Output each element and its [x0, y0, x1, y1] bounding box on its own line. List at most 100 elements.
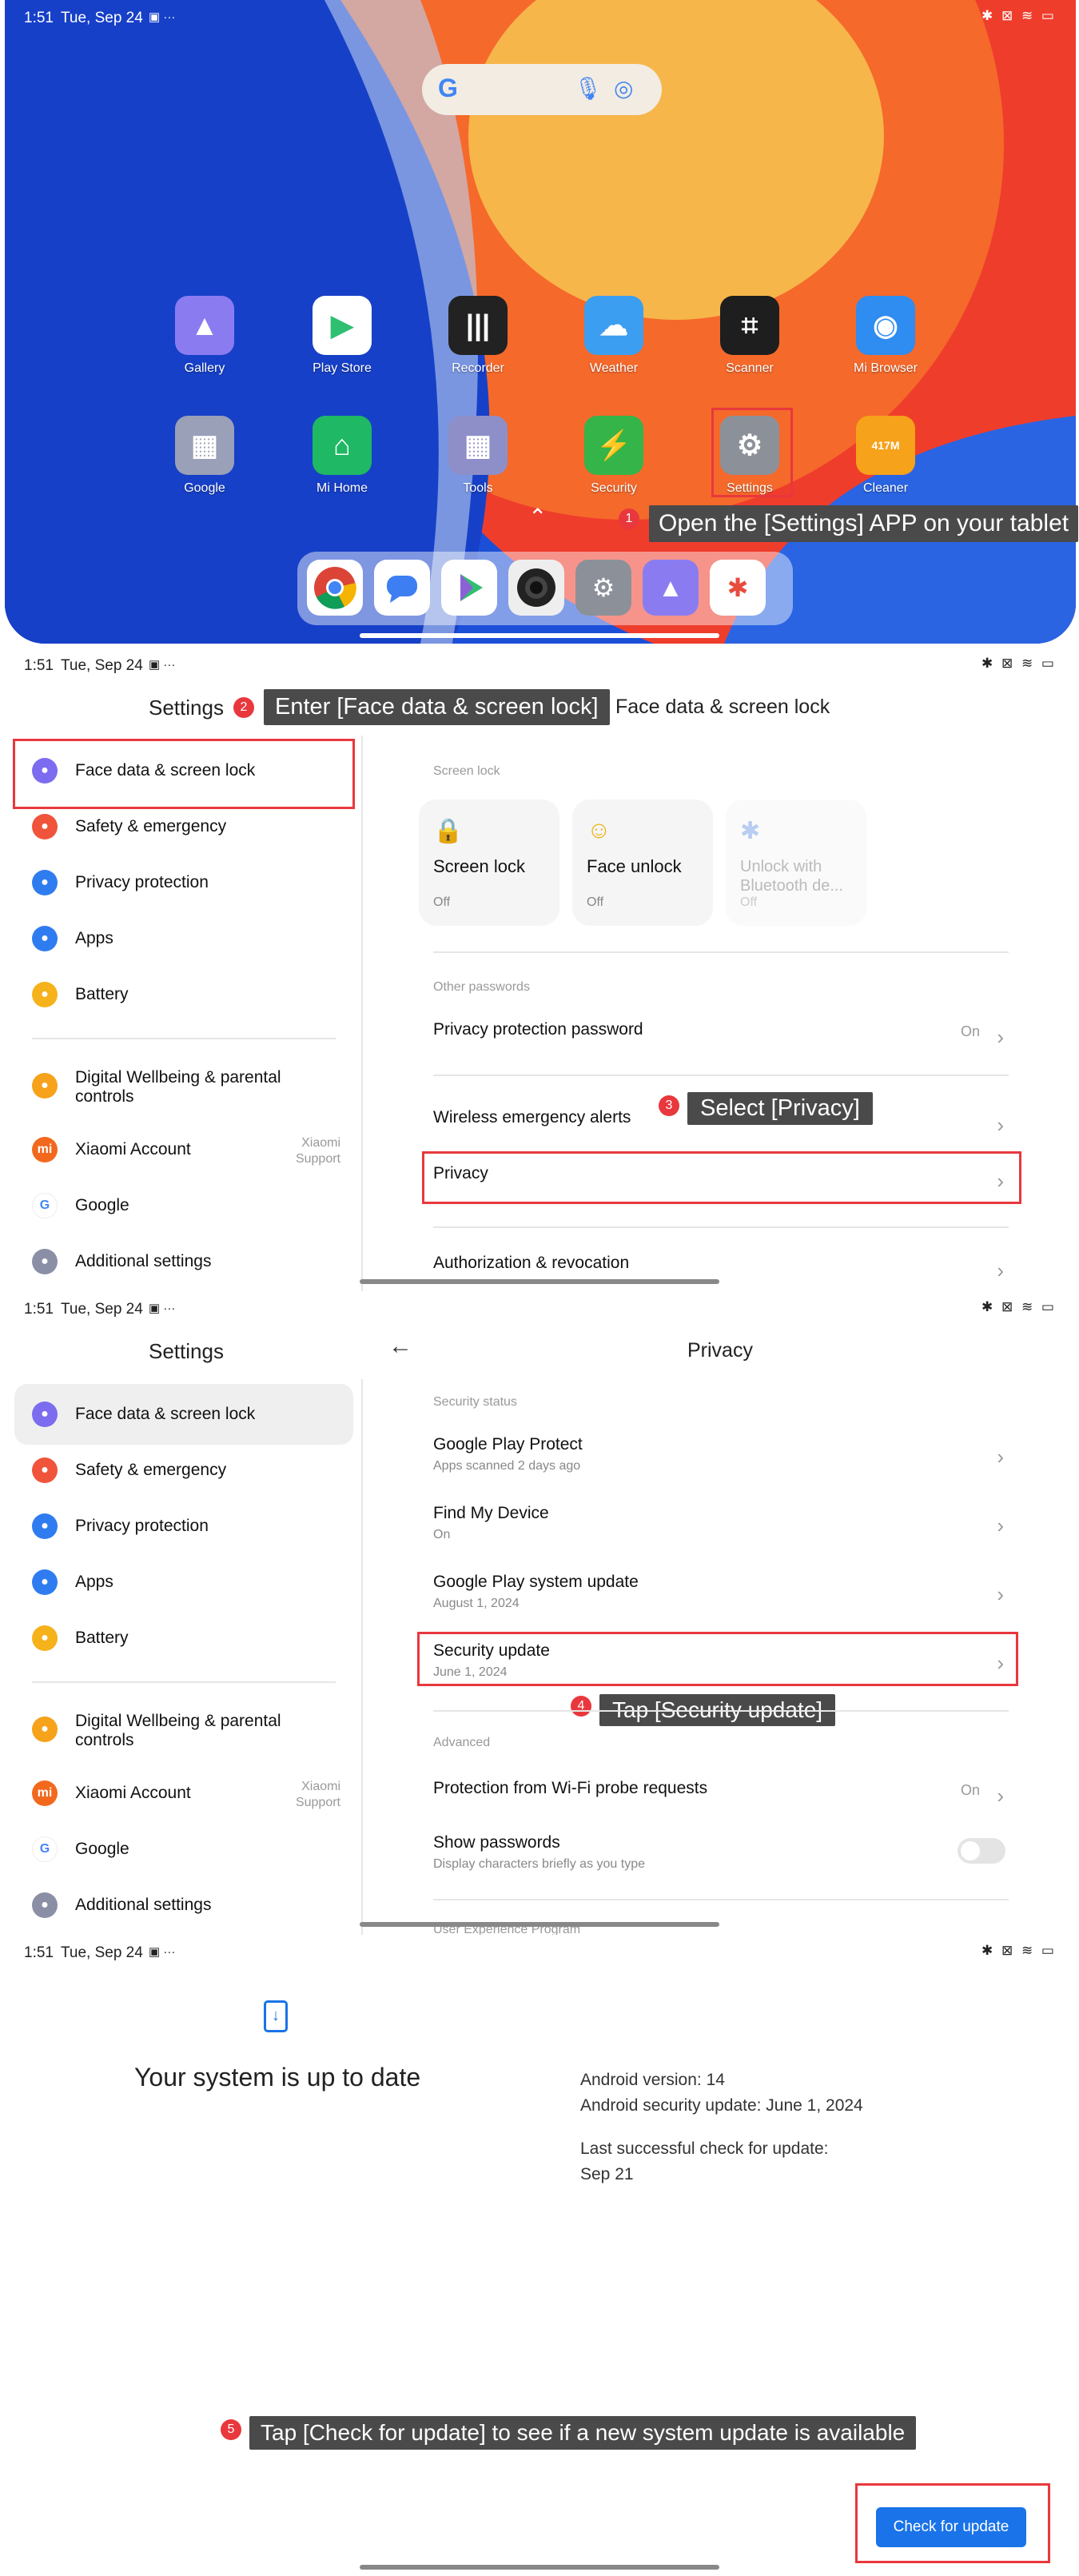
sidebar-item-face-data-screen-lock[interactable]: ● Face data & screen lock: [14, 1384, 353, 1445]
sidebar-item-label: Privacy protection: [75, 873, 209, 891]
row-sub: August 1, 2024: [433, 1597, 520, 1610]
sidebar-item-additional-settings[interactable]: ● Additional settings: [14, 1231, 353, 1291]
google-search-bar[interactable]: G 🎙 ◎: [422, 64, 662, 115]
app-security[interactable]: ⚡ Security: [566, 416, 662, 496]
app-label: Tools: [463, 481, 493, 495]
play-protect-row[interactable]: Google Play Protect Apps scanned 2 days …: [433, 1435, 1009, 1473]
divider: [433, 951, 1009, 953]
lock-icon: 🔒: [433, 818, 464, 844]
authorization-row[interactable]: Authorization & revocation ›: [433, 1254, 1009, 1282]
chevron-right-icon: ›: [997, 1113, 1004, 1137]
find-my-device-row[interactable]: Find My Device On ›: [433, 1504, 1009, 1542]
sidebar-item-note: Xiaomi Support: [295, 1780, 340, 1809]
app-gallery[interactable]: ▲ Gallery: [157, 296, 253, 376]
play-games-icon[interactable]: [441, 560, 497, 616]
sidebar-item-additional-settings[interactable]: ● Additional settings: [14, 1875, 353, 1935]
row-label: Show passwords: [433, 1833, 560, 1852]
notification-tray: ▣ ···: [149, 1945, 176, 1959]
play-system-update-row[interactable]: Google Play system update August 1, 2024…: [433, 1573, 1009, 1611]
mic-icon[interactable]: 🎙: [574, 75, 603, 102]
app-label: Play Store: [313, 361, 372, 375]
sidebar-item-privacy-protection[interactable]: ● Privacy protection: [14, 1496, 353, 1557]
sidebar-item-google[interactable]: G Google: [14, 1175, 353, 1236]
more-icon: ●: [32, 1892, 58, 1918]
home-indicator[interactable]: [360, 2565, 719, 2570]
page-title: Face data & screen lock: [615, 696, 830, 718]
settings-dock-icon[interactable]: ⚙: [575, 560, 631, 616]
settings-title: Settings: [149, 696, 224, 720]
app-google[interactable]: ▦ Google: [157, 416, 253, 496]
sidebar-item-digital-wellbeing-parental-controls[interactable]: ● Digital Wellbeing & parental controls: [14, 1699, 353, 1768]
recorder-icon: |||: [448, 296, 508, 355]
divider: [361, 1379, 363, 1935]
status-time: 1:51: [24, 657, 54, 674]
sidebar-item-google[interactable]: G Google: [14, 1819, 353, 1880]
security-update-date: Android security update: June 1, 2024: [580, 2096, 863, 2115]
sidebar-item-apps[interactable]: ● Apps: [14, 1552, 353, 1613]
step-callout: Tap [Check for update] to see if a new s…: [249, 2416, 917, 2450]
app-cleaner[interactable]: 417M Cleaner: [838, 416, 934, 496]
sidebar-item-battery[interactable]: ● Battery: [14, 964, 353, 1025]
app-scanner[interactable]: ⌗ Scanner: [702, 296, 798, 376]
xiaomi-icon: mi: [32, 1780, 58, 1806]
card-title: Face unlock: [587, 856, 682, 876]
app-tools[interactable]: ▦ Tools: [430, 416, 526, 496]
bluetooth-unlock-card[interactable]: ✱ Unlock with Bluetooth de... Off: [726, 800, 866, 926]
chevron-right-icon: ›: [997, 1582, 1004, 1606]
section-label: Security status: [433, 1395, 517, 1409]
lens-icon[interactable]: ◎: [614, 75, 633, 102]
safety-icon: ●: [32, 1457, 58, 1483]
row-sub: Display characters briefly as you type: [433, 1857, 645, 1871]
sidebar-item-label: Digital Wellbeing & parental controls: [75, 1712, 281, 1749]
app-label: Gallery: [184, 361, 225, 375]
sidebar-item-xiaomi-account[interactable]: mi Xiaomi Account Xiaomi Support: [14, 1119, 353, 1180]
browser-icon: ◉: [856, 296, 915, 355]
notification-tray: ▣ ···: [149, 1302, 176, 1315]
show-passwords-toggle[interactable]: [958, 1838, 1005, 1864]
highlight-privacy: [422, 1151, 1021, 1204]
notification-tray: ▣ ···: [149, 10, 176, 24]
sidebar-item-safety-emergency[interactable]: ● Safety & emergency: [14, 1440, 353, 1501]
sidebar-item-label: Battery: [75, 1629, 129, 1647]
app-label: Scanner: [726, 361, 774, 375]
sidebar-item-note: Xiaomi Support: [295, 1136, 340, 1166]
photos-icon[interactable]: ✱: [710, 560, 766, 616]
home-indicator[interactable]: [360, 1279, 719, 1284]
privacy-password-row[interactable]: Privacy protection password On ›: [433, 1020, 1009, 1049]
app-weather[interactable]: ☁ Weather: [566, 296, 662, 376]
gallery-icon: ▲: [175, 296, 234, 355]
privacy-icon: ●: [32, 870, 58, 895]
wellbeing-icon: ●: [32, 1717, 58, 1742]
sidebar-item-battery[interactable]: ● Battery: [14, 1608, 353, 1669]
app-mi-browser[interactable]: ◉ Mi Browser: [838, 296, 934, 376]
bluetooth-icon: ✱: [740, 818, 761, 844]
mi-home-icon: ⌂: [313, 416, 372, 475]
weather-icon: ☁: [584, 296, 643, 355]
chrome-icon[interactable]: [307, 560, 363, 616]
home-indicator[interactable]: [360, 1922, 719, 1927]
gallery-dock-icon[interactable]: ▲: [643, 560, 699, 616]
home-indicator[interactable]: [360, 633, 719, 638]
sidebar-item-privacy-protection[interactable]: ● Privacy protection: [14, 852, 353, 913]
wifi-probe-row[interactable]: Protection from Wi-Fi probe requests On …: [433, 1779, 1009, 1808]
back-arrow-icon[interactable]: ←: [388, 1333, 412, 1360]
sidebar-item-apps[interactable]: ● Apps: [14, 908, 353, 969]
camera-icon[interactable]: [508, 560, 564, 616]
step-number: 2: [233, 697, 254, 718]
divider: [433, 1710, 1009, 1712]
safety-icon: ●: [32, 814, 58, 839]
app-drawer-chevron-icon[interactable]: ⌃: [528, 504, 547, 530]
sidebar-item-label: Safety & emergency: [75, 817, 227, 835]
section-label: Other passwords: [433, 980, 530, 994]
sidebar-item-digital-wellbeing-parental-controls[interactable]: ● Digital Wellbeing & parental controls: [14, 1055, 353, 1124]
screen-lock-card[interactable]: 🔒 Screen lock Off: [419, 800, 559, 926]
row-sub: On: [433, 1528, 451, 1541]
app-play-store[interactable]: ▶ Play Store: [294, 296, 390, 376]
app-recorder[interactable]: ||| Recorder: [430, 296, 526, 376]
face-unlock-card[interactable]: ☺ Face unlock Off: [572, 800, 713, 926]
app-mi-home[interactable]: ⌂ Mi Home: [294, 416, 390, 496]
sidebar-item-xiaomi-account[interactable]: mi Xiaomi Account Xiaomi Support: [14, 1763, 353, 1824]
show-passwords-row[interactable]: Show passwords Display characters briefl…: [433, 1833, 1009, 1872]
more-icon: ●: [32, 1249, 58, 1274]
messages-icon[interactable]: [374, 560, 430, 616]
